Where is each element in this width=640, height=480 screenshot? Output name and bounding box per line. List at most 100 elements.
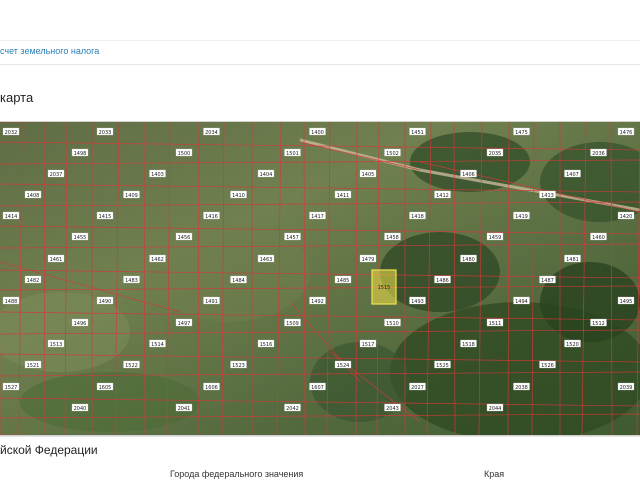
parcel-label: 1479: [359, 254, 377, 263]
svg-text:1514: 1514: [151, 342, 164, 348]
parcel-label: 2043: [384, 403, 401, 412]
svg-text:1419: 1419: [515, 214, 528, 220]
parcel-label: 2037: [47, 169, 65, 178]
parcel-label: 1475: [513, 127, 530, 136]
parcel-label: 1410: [230, 190, 247, 199]
svg-text:1406: 1406: [462, 172, 475, 178]
parcel-label: 1516: [257, 339, 275, 348]
svg-text:1483: 1483: [125, 278, 138, 284]
map-canvas[interactable]: 2032 2033 2034 1400 1451 1475 1476 1498 1500 1501…: [0, 122, 640, 435]
svg-text:1488: 1488: [5, 299, 18, 305]
svg-text:1462: 1462: [151, 257, 164, 263]
svg-text:1411: 1411: [337, 193, 350, 199]
svg-text:2044: 2044: [489, 406, 502, 412]
svg-text:1418: 1418: [411, 214, 424, 220]
svg-text:1525: 1525: [436, 363, 449, 369]
parcel-label: 1500: [175, 148, 193, 157]
svg-text:1501: 1501: [286, 151, 299, 157]
svg-text:2036: 2036: [592, 151, 605, 157]
parcel-label: 2034: [203, 127, 220, 136]
svg-text:1484: 1484: [232, 278, 245, 284]
parcel-label: 1419: [513, 211, 530, 220]
svg-text:1480: 1480: [462, 257, 475, 263]
svg-text:1457: 1457: [286, 235, 299, 241]
parcel-label: 1488: [2, 296, 20, 305]
parcel-label: 1517: [359, 339, 377, 348]
svg-text:1403: 1403: [151, 172, 164, 178]
cadastral-satellite-map[interactable]: 2032 2033 2034 1400 1451 1475 1476 1498 1500 1501…: [0, 121, 640, 436]
svg-text:1482: 1482: [27, 278, 40, 284]
svg-text:1459: 1459: [489, 235, 502, 241]
svg-text:1494: 1494: [515, 299, 528, 305]
svg-text:2042: 2042: [286, 406, 299, 412]
svg-text:1527: 1527: [5, 385, 18, 391]
parcel-label: 1407: [564, 169, 581, 178]
parcel-label: 1497: [175, 318, 193, 327]
parcel-label: 1463: [257, 254, 275, 263]
parcel-label: 1520: [564, 339, 581, 348]
svg-text:1415: 1415: [99, 214, 112, 220]
parcel-label: 1487: [539, 275, 556, 284]
parcel-label: 1496: [71, 318, 89, 327]
svg-text:1500: 1500: [178, 151, 191, 157]
svg-text:1496: 1496: [74, 321, 87, 327]
land-tax-calculation-link[interactable]: счет земельного налога: [0, 46, 99, 56]
svg-text:1408: 1408: [27, 193, 40, 199]
svg-text:1511: 1511: [489, 321, 502, 327]
parcel-label: 1513: [47, 339, 65, 348]
parcel-label: 1490: [96, 296, 114, 305]
svg-text:1475: 1475: [515, 130, 528, 136]
parcel-label: 1457: [284, 232, 301, 241]
parcel-label: 1606: [203, 382, 220, 391]
parcel-label: 1491: [203, 296, 220, 305]
parcel-label: 1494: [513, 296, 530, 305]
parcel-label: 2041: [175, 403, 193, 412]
svg-text:1493: 1493: [411, 299, 424, 305]
parcel-label: 1458: [384, 232, 401, 241]
parcel-label: 1404: [257, 169, 275, 178]
svg-text:1521: 1521: [27, 363, 40, 369]
svg-text:1481: 1481: [566, 257, 579, 263]
svg-text:1526: 1526: [541, 363, 554, 369]
svg-text:1517: 1517: [362, 342, 375, 348]
parcel-label: 2036: [590, 148, 607, 157]
parcel-label: 1417: [309, 211, 326, 220]
svg-text:1414: 1414: [5, 214, 18, 220]
svg-text:1476: 1476: [620, 130, 633, 136]
parcel-label: 2032: [2, 127, 20, 136]
parcel-label: 1492: [309, 296, 326, 305]
svg-text:1455: 1455: [74, 235, 87, 241]
parcel-label: 1482: [24, 275, 42, 284]
parcel-label: 2033: [96, 127, 114, 136]
svg-text:1607: 1607: [311, 385, 324, 391]
divider: [0, 436, 640, 437]
svg-text:1409: 1409: [125, 193, 138, 199]
parcel-label: 1525: [434, 360, 451, 369]
parcel-label: 1512: [590, 318, 607, 327]
svg-text:1490: 1490: [99, 299, 112, 305]
svg-text:1522: 1522: [125, 363, 138, 369]
parcel-label: 1524: [334, 360, 352, 369]
svg-text:1400: 1400: [311, 130, 324, 136]
parcel-label: 1411: [334, 190, 352, 199]
parcel-label: 1459: [486, 232, 504, 241]
svg-text:1485: 1485: [337, 278, 350, 284]
svg-text:1451: 1451: [411, 130, 424, 136]
svg-text:1498: 1498: [74, 151, 87, 157]
parcel-label: 2035: [486, 148, 504, 157]
svg-text:2027: 2027: [411, 385, 424, 391]
parcel-label: 1455: [71, 232, 89, 241]
parcel-label: 1451: [409, 127, 426, 136]
svg-text:1461: 1461: [50, 257, 63, 263]
parcel-label: 1476: [617, 127, 635, 136]
top-bar: [0, 0, 640, 41]
parcel-label: 1485: [334, 275, 352, 284]
svg-text:1412: 1412: [436, 193, 449, 199]
parcel-label: 1481: [564, 254, 581, 263]
parcel-label: 1523: [230, 360, 247, 369]
svg-text:1416: 1416: [205, 214, 218, 220]
parcel-label: 1405: [359, 169, 377, 178]
svg-text:1512: 1512: [592, 321, 605, 327]
svg-text:1420: 1420: [620, 214, 633, 220]
svg-text:1518: 1518: [462, 342, 475, 348]
